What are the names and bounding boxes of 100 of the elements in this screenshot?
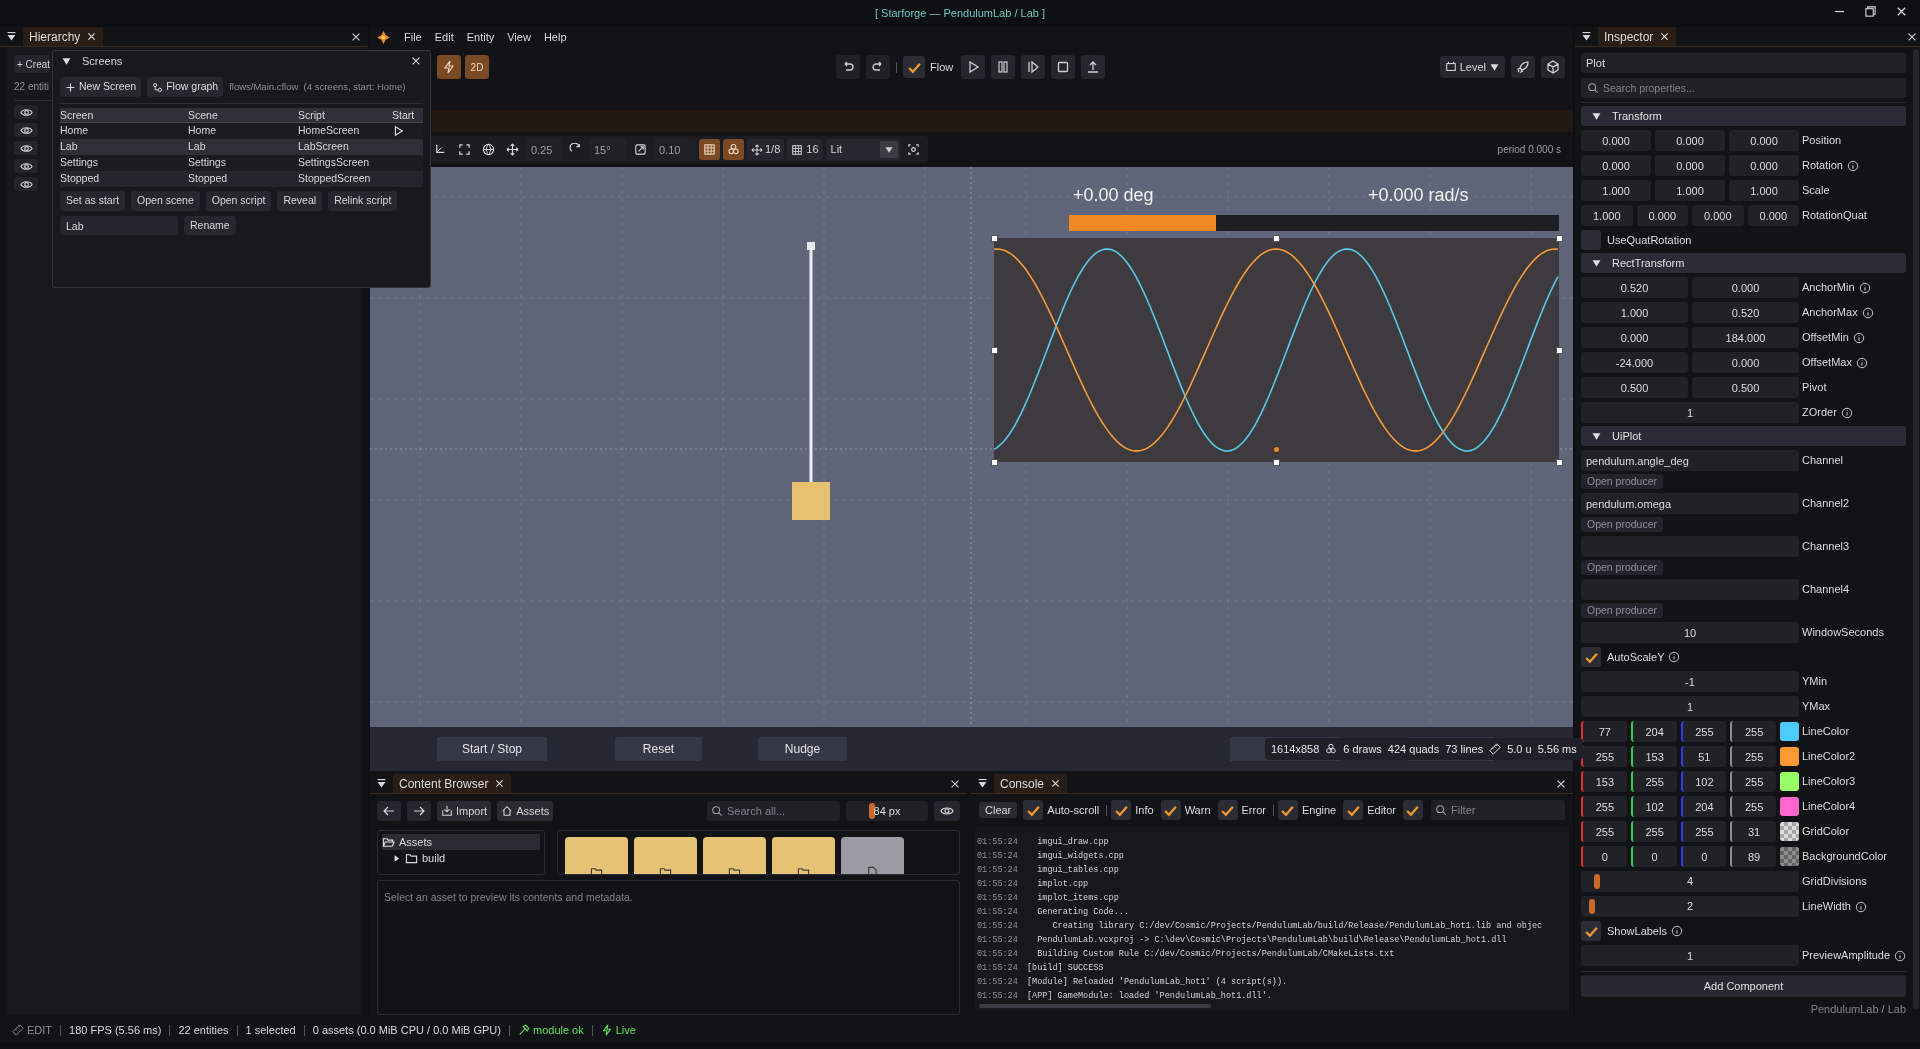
number-field[interactable]: 1	[1581, 402, 1799, 423]
color-channel-field[interactable]: 89	[1730, 846, 1776, 867]
menu-item[interactable]: File	[404, 28, 422, 46]
color-channel-field[interactable]: 255	[1630, 821, 1677, 842]
play-button[interactable]	[961, 55, 986, 79]
color-swatch[interactable]	[1780, 847, 1799, 866]
color-channel-field[interactable]: 204	[1630, 721, 1677, 742]
number-field[interactable]: 0.000	[1581, 130, 1651, 151]
table-row[interactable]: Lab Lab LabScreen	[60, 139, 423, 155]
color-swatch[interactable]	[1780, 797, 1799, 816]
info-icon[interactable]	[1852, 331, 1865, 344]
tree-item[interactable]: Assets	[382, 834, 540, 850]
number-field[interactable]: 10	[1581, 622, 1799, 643]
section-header[interactable]: UiPlot	[1581, 426, 1907, 446]
expand-arrow-icon[interactable]	[392, 853, 401, 863]
slider-thumb[interactable]	[1589, 899, 1596, 914]
resize-handle[interactable]	[1273, 459, 1280, 466]
color-channel-field[interactable]: 255	[1680, 721, 1727, 742]
number-field[interactable]: -24.000	[1581, 352, 1688, 373]
action-button[interactable]: Reveal	[277, 191, 323, 211]
color-channel-field[interactable]: 51	[1680, 746, 1727, 767]
color-channel-field[interactable]: 204	[1680, 796, 1727, 817]
screen-button[interactable]: Nudge	[758, 737, 847, 761]
panel-menu-icon[interactable]	[977, 778, 988, 789]
checkbox[interactable]	[903, 56, 925, 78]
forward-button[interactable]	[407, 801, 431, 821]
tree-item[interactable]: build	[382, 850, 540, 866]
content-browser-tab[interactable]: Content Browser	[393, 774, 512, 793]
action-button[interactable]: Open scene	[131, 191, 200, 211]
color-channel-field[interactable]: 255	[1680, 821, 1727, 842]
color-channel-field[interactable]: 255	[1730, 746, 1776, 767]
color-channel-field[interactable]: 255	[1581, 796, 1627, 817]
number-field[interactable]: 0.000	[1581, 327, 1688, 348]
color-channel-field[interactable]: 255	[1581, 821, 1627, 842]
menu-item[interactable]: Entity	[466, 28, 495, 46]
pendulum-drawing[interactable]	[792, 242, 830, 520]
snap-field[interactable]: 0.25	[526, 139, 562, 160]
color-channel-field[interactable]: 31	[1730, 821, 1776, 842]
color-channel-field[interactable]: 102	[1630, 796, 1677, 817]
assets-button[interactable]: Assets	[497, 801, 554, 821]
checkbox[interactable]	[1581, 230, 1601, 250]
table-row[interactable]: Stopped Stopped StoppedScreen	[60, 171, 423, 187]
number-field[interactable]: 0.000	[1636, 205, 1688, 226]
resize-handle[interactable]	[1556, 235, 1563, 242]
new-screen-button[interactable]: New Screen	[60, 77, 142, 97]
collapse-icon[interactable]	[61, 55, 72, 67]
checkbox[interactable]	[1402, 800, 1423, 820]
menu-item[interactable]: Help	[543, 28, 567, 46]
close-icon[interactable]	[410, 55, 422, 67]
checkbox[interactable]	[1160, 800, 1181, 820]
section-header[interactable]: Transform	[1581, 106, 1907, 126]
info-icon[interactable]	[1668, 651, 1681, 663]
color-channel-field[interactable]: 255	[1730, 796, 1776, 817]
number-field[interactable]: 1.000	[1581, 205, 1633, 226]
channel-field[interactable]: pendulum.angle_deg	[1581, 450, 1799, 471]
create-button[interactable]: + Creat	[14, 55, 50, 73]
close-icon[interactable]	[86, 31, 98, 42]
close-icon[interactable]	[1659, 31, 1671, 42]
panel-menu-icon[interactable]	[376, 778, 387, 789]
info-icon[interactable]	[1847, 159, 1859, 172]
checkbox[interactable]	[1217, 800, 1238, 820]
close-icon[interactable]	[1050, 778, 1062, 789]
info-icon[interactable]	[1861, 306, 1874, 319]
visibility-toggle[interactable]	[14, 159, 38, 173]
checkbox[interactable]	[1581, 647, 1601, 667]
number-field[interactable]: 1	[1581, 696, 1799, 717]
color-channel-field[interactable]: 77	[1581, 721, 1627, 742]
upload-button[interactable]	[1081, 55, 1106, 79]
close-button[interactable]	[1895, 5, 1908, 18]
resize-handle[interactable]	[991, 459, 998, 466]
number-field[interactable]: -1	[1581, 671, 1799, 692]
checkbox[interactable]	[1277, 800, 1298, 820]
slider[interactable]: 2	[1581, 896, 1799, 917]
color-channel-field[interactable]: 255	[1581, 746, 1627, 767]
color-channel-field[interactable]: 255	[1730, 771, 1776, 792]
color-channel-field[interactable]: 0	[1680, 846, 1727, 867]
flow-graph-button[interactable]: Flow graph	[147, 77, 224, 97]
number-field[interactable]: 0.000	[1581, 155, 1651, 176]
number-field[interactable]: 0.520	[1581, 277, 1688, 298]
step-button[interactable]	[1021, 55, 1046, 79]
snap-field[interactable]: 0.10	[654, 139, 696, 160]
rename-field[interactable]: Lab	[60, 216, 178, 235]
color-channel-field[interactable]: 153	[1630, 746, 1677, 767]
info-icon[interactable]	[1855, 356, 1868, 369]
level-dropdown[interactable]: Level	[1439, 56, 1505, 78]
info-icon[interactable]	[1854, 900, 1867, 913]
mode-2d-button[interactable]: 2D	[465, 55, 489, 79]
screen-button[interactable]: Start / Stop	[437, 737, 547, 761]
number-field[interactable]: 0.500	[1692, 377, 1799, 398]
open-producer-button[interactable]: Open producer	[1581, 603, 1664, 618]
grid-toggle-button[interactable]	[699, 139, 720, 160]
pause-button[interactable]	[991, 55, 1016, 79]
search-field[interactable]: Search all...	[707, 801, 840, 821]
number-field[interactable]: 0.000	[1729, 155, 1799, 176]
pivot-handle[interactable]	[1274, 447, 1279, 452]
color-channel-field[interactable]: 255	[1730, 721, 1776, 742]
undo-button[interactable]	[836, 55, 860, 79]
resize-handle[interactable]	[1556, 459, 1563, 466]
visibility-toggle[interactable]	[14, 105, 38, 119]
search-field[interactable]: Search properties...	[1581, 78, 1907, 98]
